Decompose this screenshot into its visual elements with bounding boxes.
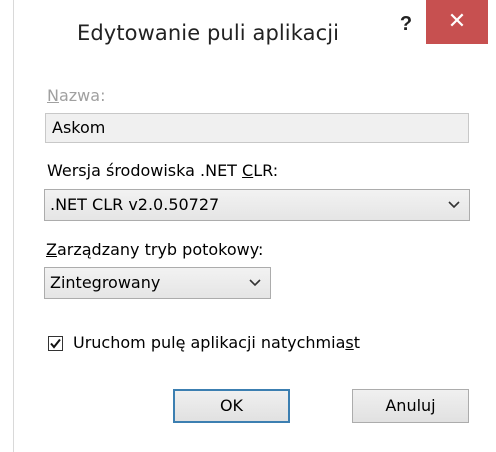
clr-version-select[interactable]: .NET CLR v2.0.50727 bbox=[44, 189, 470, 221]
cancel-button[interactable]: Anuluj bbox=[352, 389, 469, 423]
checkmark-icon bbox=[50, 338, 61, 349]
clr-version-label-pre: Wersja środowiska .NET bbox=[47, 161, 243, 180]
pipeline-mode-label-text: arządzany tryb potokowy: bbox=[56, 240, 264, 259]
start-immediately-label-pre: Uruchom pulę aplikacji natychmia bbox=[73, 333, 346, 352]
start-immediately-label[interactable]: Uruchom pulę aplikacji natychmiast bbox=[73, 333, 360, 352]
window-frame bbox=[0, 0, 14, 452]
ok-button[interactable]: OK bbox=[173, 389, 290, 423]
name-field: Askom bbox=[45, 113, 469, 143]
close-icon: ✕ bbox=[447, 9, 467, 34]
chevron-down-icon bbox=[249, 279, 261, 287]
name-label-accesskey: N bbox=[47, 86, 59, 105]
pipeline-mode-select[interactable]: Zintegrowany bbox=[44, 267, 271, 299]
help-icon[interactable]: ? bbox=[393, 10, 419, 38]
clr-version-label-accesskey: C bbox=[242, 161, 254, 180]
name-label: Nazwa: bbox=[47, 86, 105, 105]
clr-version-value: .NET CLR v2.0.50727 bbox=[50, 195, 220, 214]
start-immediately-checkbox[interactable] bbox=[48, 336, 63, 351]
dialog-title: Edytowanie puli aplikacji bbox=[77, 21, 340, 45]
start-immediately-label-accesskey: s bbox=[345, 333, 354, 352]
window-frame-border bbox=[13, 0, 14, 452]
clr-version-label-post: LR: bbox=[253, 161, 279, 180]
application-pool-dialog: Edytowanie puli aplikacji ? ✕ Nazwa: Ask… bbox=[0, 0, 496, 452]
start-immediately-label-post: t bbox=[353, 333, 360, 352]
pipeline-mode-value: Zintegrowany bbox=[50, 273, 161, 292]
close-button[interactable]: ✕ bbox=[426, 0, 488, 44]
clr-version-label: Wersja środowiska .NET CLR: bbox=[47, 161, 278, 180]
chevron-down-icon bbox=[448, 201, 460, 209]
pipeline-mode-label: Zarządzany tryb potokowy: bbox=[46, 240, 263, 259]
name-label-text: azwa: bbox=[58, 86, 106, 105]
pipeline-mode-label-accesskey: Z bbox=[46, 240, 57, 259]
